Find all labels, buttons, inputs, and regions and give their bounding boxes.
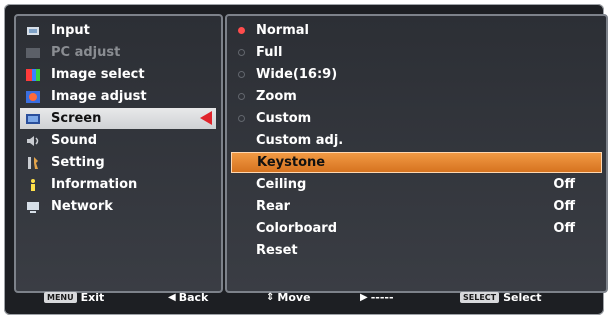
option-label: Reset <box>256 243 298 258</box>
radio-icon <box>238 71 245 78</box>
menu-label: Sound <box>51 133 98 148</box>
guide-label: Exit <box>80 291 105 304</box>
option-custom[interactable]: Custom <box>231 108 602 129</box>
guide-move: ⇕ Move <box>266 291 311 304</box>
option-ceiling[interactable]: Ceiling Off <box>231 174 602 195</box>
right-arrow-icon: ▶ <box>360 292 368 303</box>
option-label: Keystone <box>257 155 326 170</box>
menu-label: Screen <box>51 111 102 126</box>
menu-label: Information <box>51 177 138 192</box>
option-normal[interactable]: Normal <box>231 20 602 41</box>
main-menu-panel: Input PC adjust Image select Image adjus… <box>14 14 223 293</box>
setting-icon <box>23 155 43 171</box>
network-icon <box>23 199 43 215</box>
option-reset[interactable]: Reset <box>231 240 602 261</box>
option-label: Colorboard <box>256 221 337 236</box>
radio-icon <box>238 115 245 122</box>
option-label: Rear <box>256 199 291 214</box>
option-label: Custom adj. <box>256 133 344 148</box>
option-keystone[interactable]: Keystone <box>231 152 602 173</box>
left-arrow-icon: ◀ <box>168 292 176 303</box>
option-label: Normal <box>256 23 309 38</box>
guide-label: Select <box>503 291 542 304</box>
up-down-arrow-icon: ⇕ <box>266 292 275 303</box>
menu-item-information[interactable]: Information <box>20 174 216 195</box>
option-wide[interactable]: Wide(16:9) <box>231 64 602 85</box>
option-value: Off <box>553 177 575 192</box>
menu-key-icon: MENU <box>44 292 77 303</box>
information-icon <box>23 177 43 193</box>
menu-label: Network <box>51 199 113 214</box>
guide-exit: MENU Exit <box>44 291 104 304</box>
menu-label: Image select <box>51 67 145 82</box>
input-icon <box>23 23 43 39</box>
option-custom-adj[interactable]: Custom adj. <box>231 130 602 151</box>
menu-item-pc-adjust: PC adjust <box>20 42 216 63</box>
menu-label: Setting <box>51 155 105 170</box>
pc-adjust-icon <box>23 45 43 61</box>
option-full[interactable]: Full <box>231 42 602 63</box>
option-colorboard[interactable]: Colorboard Off <box>231 218 602 239</box>
option-value: Off <box>553 221 575 236</box>
option-label: Custom <box>256 111 312 126</box>
button-guide-bar: MENU Exit ◀ Back ⇕ Move ▶ ----- SELECT S… <box>8 285 608 311</box>
menu-label: Input <box>51 23 90 38</box>
menu-item-sound[interactable]: Sound <box>20 130 216 151</box>
radio-selected-icon <box>238 27 245 34</box>
guide-select: SELECT Select <box>460 291 542 304</box>
menu-label: PC adjust <box>51 45 121 60</box>
guide-label: Move <box>277 291 311 304</box>
menu-item-image-select[interactable]: Image select <box>20 64 216 85</box>
radio-icon <box>238 93 245 100</box>
menu-item-setting[interactable]: Setting <box>20 152 216 173</box>
sound-icon <box>23 133 43 149</box>
menu-item-screen[interactable]: Screen <box>20 108 216 129</box>
option-label: Zoom <box>256 89 297 104</box>
option-zoom[interactable]: Zoom <box>231 86 602 107</box>
menu-item-network[interactable]: Network <box>20 196 216 217</box>
screen-submenu-panel: Normal Full Wide(16:9) Zoom Custom Custo… <box>225 14 608 293</box>
menu-label: Image adjust <box>51 89 147 104</box>
guide-label: ----- <box>370 291 394 304</box>
option-label: Ceiling <box>256 177 307 192</box>
image-adjust-icon <box>23 89 43 105</box>
image-select-icon <box>23 67 43 83</box>
option-rear[interactable]: Rear Off <box>231 196 602 217</box>
guide-next: ▶ ----- <box>360 291 394 304</box>
guide-label: Back <box>178 291 209 304</box>
radio-icon <box>238 49 245 56</box>
screen-icon <box>23 111 43 127</box>
menu-item-input[interactable]: Input <box>20 20 216 41</box>
selection-arrow-icon <box>200 111 212 125</box>
osd-menu-window: Input PC adjust Image select Image adjus… <box>4 4 608 315</box>
option-label: Full <box>256 45 283 60</box>
guide-back: ◀ Back <box>168 291 208 304</box>
menu-item-image-adjust[interactable]: Image adjust <box>20 86 216 107</box>
select-key-icon: SELECT <box>460 292 500 303</box>
option-value: Off <box>553 199 575 214</box>
option-label: Wide(16:9) <box>256 67 338 82</box>
